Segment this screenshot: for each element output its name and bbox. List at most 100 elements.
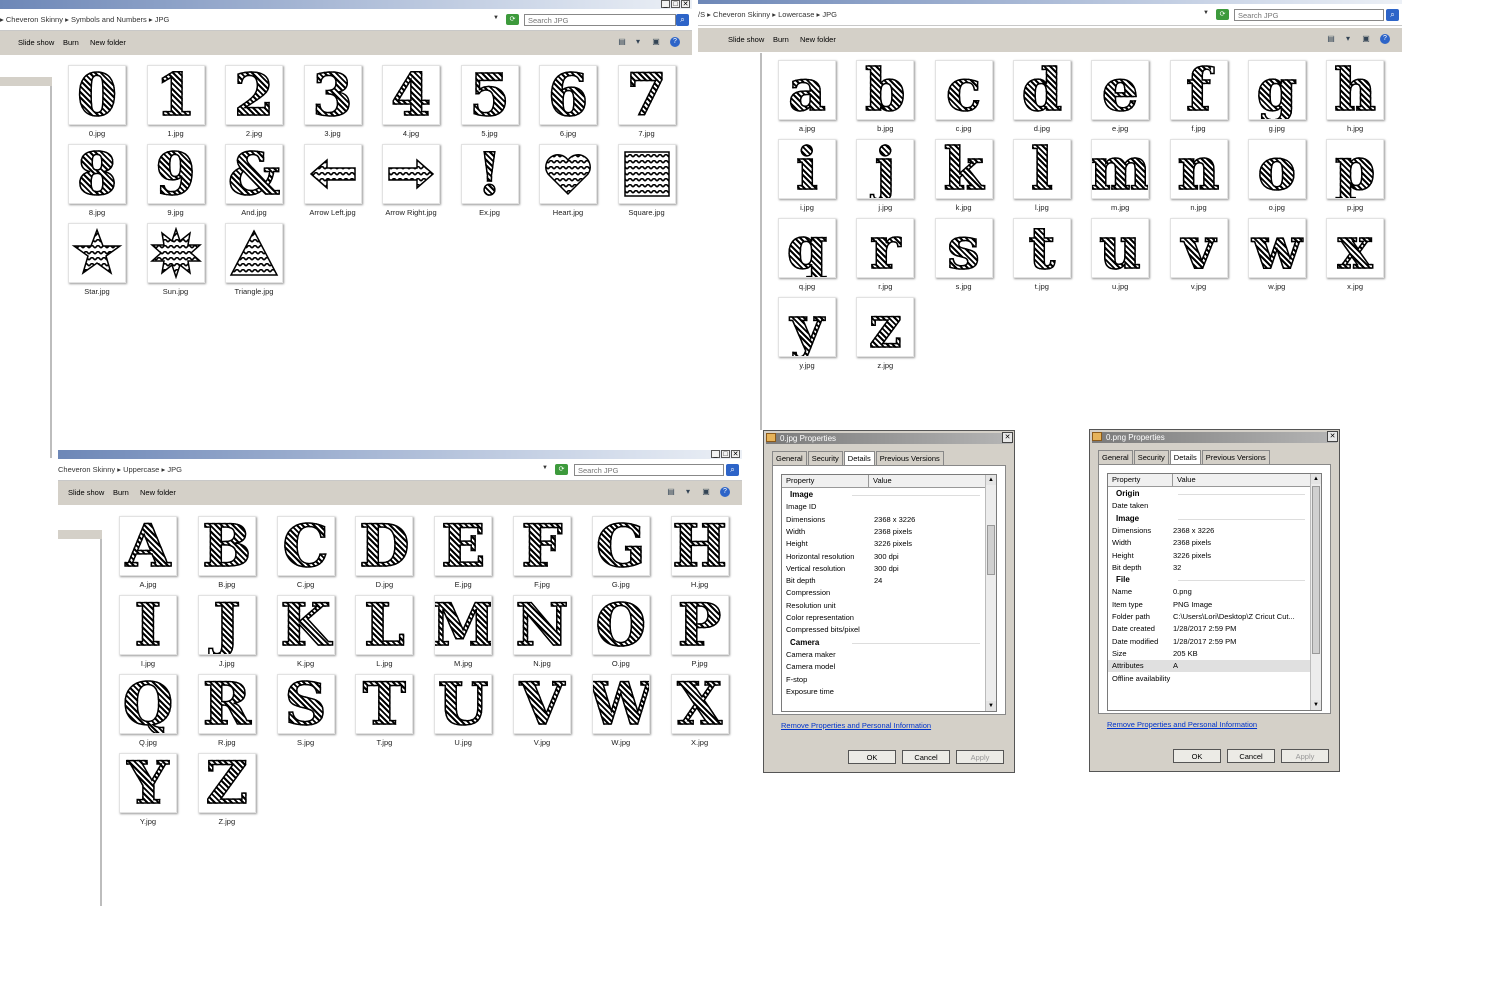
thumbnail[interactable]: u <box>1091 218 1150 278</box>
thumbnail[interactable]: b <box>856 60 915 120</box>
cancel-button[interactable]: Cancel <box>902 750 950 764</box>
pane-divider[interactable] <box>58 530 102 539</box>
navigation-pane[interactable] <box>0 86 52 458</box>
file-item[interactable]: s s.jpg <box>929 218 999 294</box>
file-item[interactable]: S S.jpg <box>271 674 341 750</box>
file-item[interactable]: O O.jpg <box>586 595 656 671</box>
property-row[interactable]: Bit depth 32 <box>1108 562 1311 574</box>
address-dropdown-icon[interactable]: ▼ <box>1203 10 1209 16</box>
thumbnail[interactable]: 6 <box>539 65 597 125</box>
thumbnail[interactable] <box>146 223 205 283</box>
file-item[interactable]: w w.jpg <box>1242 218 1312 294</box>
property-row[interactable]: Compressed bits/pixel <box>782 624 986 636</box>
file-item[interactable]: Arrow Right.jpg <box>376 144 446 220</box>
thumbnail[interactable]: R <box>197 674 256 734</box>
slideshow-button[interactable]: Slide show <box>68 488 104 497</box>
thumbnail[interactable]: G <box>591 516 650 576</box>
file-item[interactable]: e e.jpg <box>1085 60 1155 136</box>
file-item[interactable]: G G.jpg <box>586 516 656 592</box>
column-divider[interactable] <box>868 475 869 487</box>
breadcrumb[interactable]: /S ▸ Cheveron Skinny ▸ Lowercase ▸ JPG <box>698 10 837 19</box>
remove-properties-link[interactable]: Remove Properties and Personal Informati… <box>1107 720 1257 729</box>
file-item[interactable]: r r.jpg <box>850 218 920 294</box>
thumbnail[interactable]: U <box>434 674 493 734</box>
title-bar[interactable] <box>0 0 692 9</box>
property-row[interactable]: Height 3226 pixels <box>782 538 986 550</box>
close-button[interactable]: ✕ <box>681 0 690 8</box>
thumbnail[interactable]: W <box>591 674 650 734</box>
burn-button[interactable]: Burn <box>773 35 789 44</box>
file-item[interactable]: 2 2.jpg <box>219 65 289 141</box>
file-item[interactable]: v v.jpg <box>1164 218 1234 294</box>
thumbnail[interactable]: Q <box>119 674 177 734</box>
thumbnail[interactable]: C <box>276 516 335 576</box>
thumbnail[interactable]: z <box>856 297 915 357</box>
scroll-thumb[interactable] <box>987 525 995 575</box>
column-header-property[interactable]: Property <box>786 476 814 485</box>
new-folder-button[interactable]: New folder <box>800 35 836 44</box>
file-item[interactable]: h h.jpg <box>1320 60 1390 136</box>
address-dropdown-icon[interactable]: ▼ <box>493 15 499 21</box>
thumbnail[interactable]: X <box>670 674 729 734</box>
thumbnail[interactable]: y <box>778 297 836 357</box>
thumbnail[interactable]: Z <box>197 753 256 813</box>
thumbnail[interactable]: & <box>225 144 283 204</box>
thumbnail[interactable]: 9 <box>146 144 205 204</box>
file-item[interactable]: t t.jpg <box>1007 218 1077 294</box>
thumbnail[interactable]: e <box>1091 60 1150 120</box>
thumbnail[interactable]: D <box>355 516 414 576</box>
refresh-icon[interactable]: ⟳ <box>506 14 519 25</box>
file-item[interactable]: 8 8.jpg <box>62 144 132 220</box>
thumbnail[interactable]: P <box>670 595 729 655</box>
column-header-value[interactable]: Value <box>1177 475 1196 484</box>
file-item[interactable]: g g.jpg <box>1242 60 1312 136</box>
thumbnail[interactable]: B <box>197 516 256 576</box>
thumbnail[interactable]: N <box>513 595 571 655</box>
file-item[interactable]: j j.jpg <box>850 139 920 215</box>
file-item[interactable]: 0 0.jpg <box>62 65 132 141</box>
file-item[interactable]: V V.jpg <box>507 674 577 750</box>
ok-button[interactable]: OK <box>848 750 896 764</box>
thumbnail[interactable]: S <box>276 674 335 734</box>
breadcrumb-item[interactable]: Uppercase <box>123 465 159 474</box>
property-row[interactable]: F-stop <box>782 674 986 686</box>
new-folder-button[interactable]: New folder <box>90 38 126 47</box>
file-item[interactable]: M M.jpg <box>428 595 498 671</box>
file-item[interactable]: Y Y.jpg <box>113 753 183 829</box>
tab-details[interactable]: Details <box>1169 450 1201 464</box>
close-button[interactable]: ✕ <box>1002 432 1013 443</box>
property-list[interactable]: Property Value Image Image ID Dimensions 23… <box>781 474 997 712</box>
thumbnail[interactable]: O <box>591 595 650 655</box>
file-item[interactable]: D D.jpg <box>349 516 419 592</box>
file-item[interactable]: J J.jpg <box>192 595 262 671</box>
file-item[interactable]: K K.jpg <box>271 595 341 671</box>
property-row[interactable]: Color representation <box>782 612 986 624</box>
property-row[interactable]: Horizontal resolution 300 dpi <box>782 551 986 563</box>
slideshow-button[interactable]: Slide show <box>728 35 764 44</box>
view-options-icon[interactable]: ▤ <box>666 487 676 497</box>
file-item[interactable]: i i.jpg <box>772 139 842 215</box>
thumbnail[interactable] <box>617 144 676 204</box>
help-icon[interactable]: ? <box>720 487 730 497</box>
thumbnail[interactable]: f <box>1169 60 1228 120</box>
search-input[interactable] <box>1234 9 1384 21</box>
view-dropdown-icon[interactable]: ▾ <box>683 487 693 497</box>
file-item[interactable]: R R.jpg <box>192 674 262 750</box>
thumbnail[interactable]: 7 <box>617 65 676 125</box>
file-item[interactable]: P P.jpg <box>665 595 735 671</box>
breadcrumb-item[interactable]: Cheveron Skinny <box>713 10 770 19</box>
file-item[interactable]: W W.jpg <box>586 674 656 750</box>
property-row[interactable]: Height 3226 pixels <box>1108 550 1311 562</box>
thumbnail[interactable]: n <box>1169 139 1228 199</box>
thumbnail[interactable]: 2 <box>225 65 283 125</box>
burn-button[interactable]: Burn <box>113 488 129 497</box>
search-input[interactable] <box>574 464 724 476</box>
file-item[interactable]: z z.jpg <box>850 297 920 373</box>
preview-pane-icon[interactable]: ▣ <box>1361 34 1371 44</box>
file-item[interactable]: U U.jpg <box>428 674 498 750</box>
breadcrumb-item[interactable]: JPG <box>167 465 182 474</box>
file-item[interactable]: d d.jpg <box>1007 60 1077 136</box>
file-item[interactable]: x x.jpg <box>1320 218 1390 294</box>
breadcrumb-item[interactable]: Symbols and Numbers <box>71 15 147 24</box>
thumbnail[interactable]: F <box>513 516 571 576</box>
